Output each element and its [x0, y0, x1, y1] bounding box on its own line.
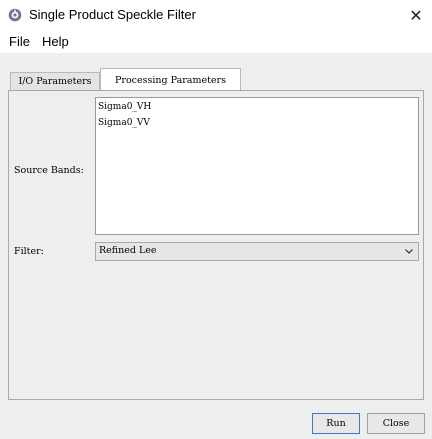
dialog-content: I/O Parameters Processing Parameters Sou… [0, 53, 432, 439]
source-bands-label: Source Bands: [14, 165, 84, 176]
list-item[interactable]: Sigma0_VV [98, 118, 150, 128]
tab-io-parameters[interactable]: I/O Parameters [10, 72, 100, 90]
filter-label: Filter: [14, 246, 44, 257]
source-bands-list[interactable]: Sigma0_VH Sigma0_VV [95, 97, 419, 235]
app-gear-icon [8, 8, 22, 22]
filter-selected-value: Refined Lee [99, 245, 157, 256]
window-title: Single Product Speckle Filter [29, 7, 196, 22]
filter-dropdown[interactable]: Refined Lee [95, 242, 419, 261]
processing-parameters-panel: Source Bands: Sigma0_VH Sigma0_VV Filter… [8, 90, 424, 400]
menu-help[interactable]: Help [42, 34, 69, 49]
close-button[interactable]: Close [367, 413, 425, 434]
list-item[interactable]: Sigma0_VH [98, 102, 151, 112]
title-bar: Single Product Speckle Filter ✕ [0, 0, 432, 31]
chevron-down-icon [405, 249, 413, 254]
menu-file[interactable]: File [9, 34, 30, 49]
close-window-icon[interactable]: ✕ [406, 5, 426, 25]
menu-bar: File Help [0, 31, 432, 53]
tab-processing-parameters[interactable]: Processing Parameters [100, 68, 241, 91]
run-button[interactable]: Run [312, 413, 360, 434]
